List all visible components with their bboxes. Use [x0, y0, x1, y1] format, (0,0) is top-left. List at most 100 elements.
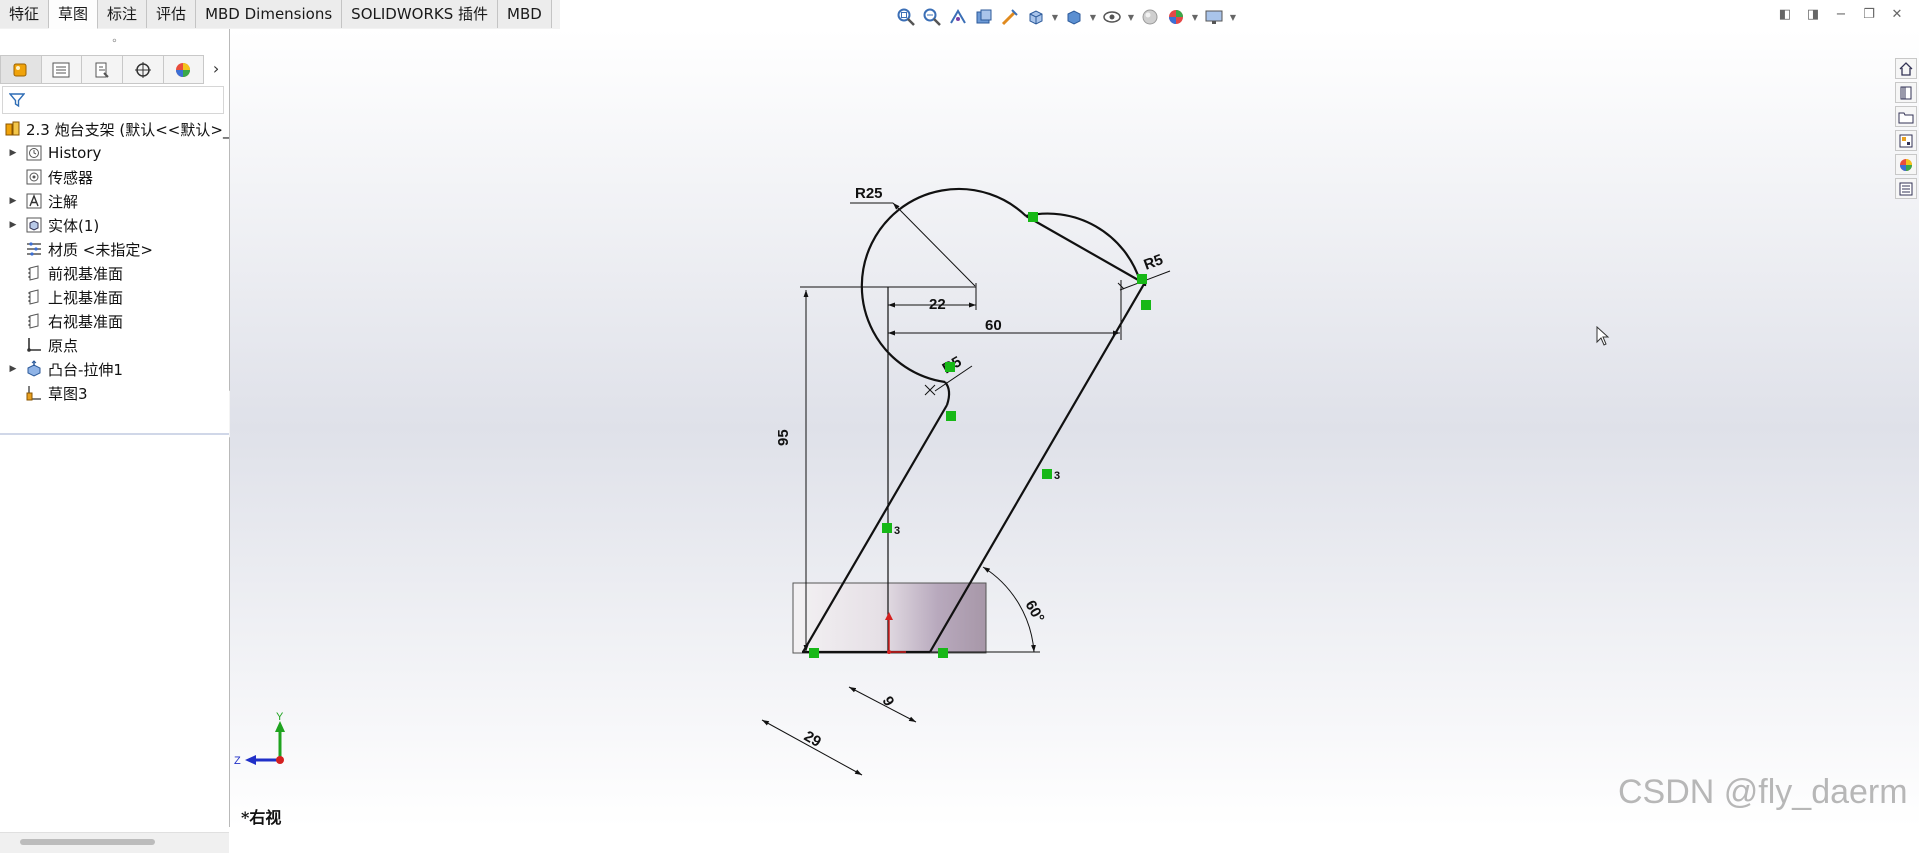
task-pane: [1895, 58, 1917, 199]
viewport-background: [230, 29, 1919, 827]
dimension-60[interactable]: 60: [985, 317, 1002, 334]
tree-item-history[interactable]: ▶ History: [0, 141, 229, 165]
tile-right-icon[interactable]: ◨: [1805, 6, 1821, 22]
dimension-22[interactable]: 22: [929, 296, 946, 313]
tangent-relation-icon[interactable]: [1028, 212, 1038, 222]
parallel-relation-icon[interactable]: [1042, 469, 1052, 479]
feature-tree: 2.3 炮台支架 (默认<<默认>_ ▶ History 传感器 ▶ 注解 ▶: [0, 117, 229, 405]
rollback-bar[interactable]: [0, 433, 229, 435]
current-view-label: *右视: [241, 808, 282, 827]
zoom-to-fit-icon[interactable]: [895, 6, 917, 28]
triad-z-label: Z: [234, 755, 241, 767]
tangent-relation-icon[interactable]: [946, 411, 956, 421]
sketch-origin-icon[interactable]: [887, 650, 891, 654]
coincident-relation-icon[interactable]: [809, 648, 819, 658]
display-style-icon[interactable]: [1063, 6, 1085, 28]
plane-icon: [24, 288, 44, 306]
edit-appearance-icon[interactable]: [1139, 6, 1161, 28]
appearances-scenes-icon[interactable]: [1895, 154, 1917, 175]
tab-markup[interactable]: 标注: [98, 0, 148, 28]
hide-show-dropdown[interactable]: ▼: [1127, 6, 1135, 28]
watermark: CSDN @fly_daerm: [1618, 773, 1908, 811]
tree-item-sketch3[interactable]: 草图3: [0, 381, 229, 405]
minimize-button[interactable]: −: [1833, 6, 1849, 22]
restore-button[interactable]: ❐: [1861, 6, 1877, 22]
tree-item-material[interactable]: 材质 <未指定>: [0, 237, 229, 261]
coincident-relation-icon[interactable]: [938, 648, 948, 658]
close-button[interactable]: ✕: [1889, 6, 1905, 22]
tile-left-icon[interactable]: ◧: [1777, 6, 1793, 22]
tree-item-label: 前视基准面: [48, 264, 124, 283]
property-manager-tab-icon[interactable]: [40, 55, 83, 84]
expand-arrow-icon[interactable]: ▶: [6, 148, 20, 158]
configuration-manager-tab-icon[interactable]: [81, 55, 123, 84]
feature-manager-panel: ⚬ › 2.3 炮台支架 (默认<<默认>_ ▶ History 传感器 ▶ 注…: [0, 29, 230, 853]
custom-properties-icon[interactable]: [1895, 178, 1917, 199]
tree-item-label: 上视基准面: [48, 288, 124, 307]
tree-item-sensors[interactable]: 传感器: [0, 165, 229, 189]
graphics-area[interactable]: R25 R5 R5 22 60 95 60° 9 29 3 3: [230, 29, 1919, 831]
dimension-95[interactable]: 95: [775, 429, 792, 446]
tree-root-part[interactable]: 2.3 炮台支架 (默认<<默认>_: [0, 117, 229, 141]
dimxpert-tab-icon[interactable]: [121, 55, 164, 84]
zoom-to-area-icon[interactable]: [921, 6, 943, 28]
tree-item-label: 传感器: [48, 168, 94, 187]
tab-mbd[interactable]: MBD: [498, 0, 552, 28]
display-style-dropdown[interactable]: ▼: [1089, 6, 1097, 28]
sketch-canvas[interactable]: R25 R5 R5 22 60 95 60° 9 29 3 3: [230, 29, 1919, 827]
tree-item-label: 实体(1): [48, 216, 100, 235]
tree-item-boss-extrude[interactable]: ▶ 凸台-拉伸1: [0, 357, 229, 381]
tree-item-label: 右视基准面: [48, 312, 124, 331]
tab-features[interactable]: 特征: [0, 0, 50, 28]
design-library-icon[interactable]: [1895, 82, 1917, 103]
solidworks-resources-icon[interactable]: [1895, 58, 1917, 79]
tree-item-right-plane[interactable]: 右视基准面: [0, 309, 229, 333]
filter-icon[interactable]: [9, 92, 25, 108]
dimension-r25[interactable]: R25: [855, 185, 883, 202]
relation-count-label: 3: [894, 525, 900, 537]
apply-scene-icon[interactable]: [1165, 6, 1187, 28]
history-icon: [24, 144, 44, 162]
tab-sketch[interactable]: 草图: [49, 0, 99, 29]
mouse-pointer-icon: [1596, 325, 1610, 350]
apply-scene-dropdown[interactable]: ▼: [1191, 6, 1199, 28]
expand-arrow-icon[interactable]: ▶: [6, 196, 20, 206]
heads-up-view-toolbar: ▼ ▼ ▼ ▼ ▼: [895, 4, 1237, 30]
tab-mbd-dimensions[interactable]: MBD Dimensions: [196, 0, 343, 28]
horizontal-scrollbar-thumb[interactable]: [20, 839, 155, 845]
section-view-icon[interactable]: [973, 6, 995, 28]
tab-solidworks-addins[interactable]: SOLIDWORKS 插件: [342, 0, 499, 28]
tangent-relation-icon[interactable]: [1141, 300, 1151, 310]
tangent-relation-icon[interactable]: [945, 362, 955, 372]
part-icon: [4, 120, 22, 138]
feature-manager-tab-icon[interactable]: [0, 55, 42, 84]
tab-evaluate[interactable]: 评估: [147, 0, 197, 28]
more-tabs-chevron-icon[interactable]: ›: [203, 55, 229, 82]
file-explorer-icon[interactable]: [1895, 106, 1917, 127]
tree-item-front-plane[interactable]: 前视基准面: [0, 261, 229, 285]
parallel-relation-icon[interactable]: [882, 523, 892, 533]
view-settings-icon[interactable]: [1203, 6, 1225, 28]
hide-show-items-icon[interactable]: [1101, 6, 1123, 28]
tree-item-top-plane[interactable]: 上视基准面: [0, 285, 229, 309]
panel-grip[interactable]: ⚬: [0, 29, 229, 53]
expand-arrow-icon[interactable]: ▶: [6, 364, 20, 374]
tree-filter-bar[interactable]: [2, 86, 224, 114]
tree-item-annotations[interactable]: ▶ 注解: [0, 189, 229, 213]
display-manager-tab-icon[interactable]: [162, 55, 205, 84]
view-settings-dropdown[interactable]: ▼: [1229, 6, 1237, 28]
sketch-icon: [24, 384, 44, 402]
view-orientation-icon[interactable]: [1025, 6, 1047, 28]
dynamic-annotation-icon[interactable]: [999, 6, 1021, 28]
tangent-relation-icon[interactable]: [1137, 274, 1147, 284]
panel-tabs: ›: [0, 55, 229, 84]
tree-item-solid-bodies[interactable]: ▶ 实体(1): [0, 213, 229, 237]
view-orientation-dropdown[interactable]: ▼: [1051, 6, 1059, 28]
view-palette-icon[interactable]: [1895, 130, 1917, 151]
boss-extrude-icon: [24, 360, 44, 378]
previous-view-icon[interactable]: [947, 6, 969, 28]
expand-arrow-icon[interactable]: ▶: [6, 220, 20, 230]
tree-item-origin[interactable]: 原点: [0, 333, 229, 357]
tree-item-label: 凸台-拉伸1: [48, 360, 123, 379]
plane-icon: [24, 264, 44, 282]
